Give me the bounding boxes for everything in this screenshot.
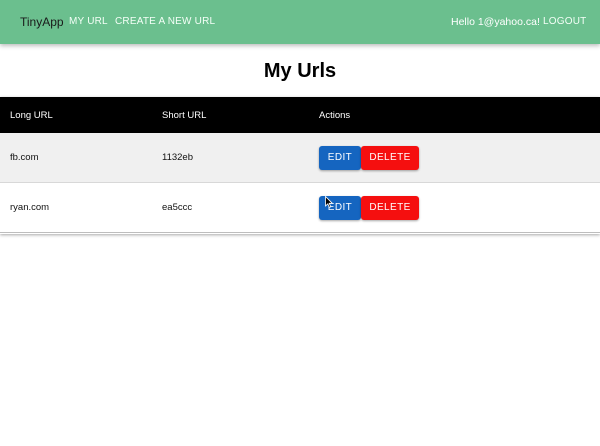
nav-my-url-link[interactable]: MY URL — [69, 16, 108, 27]
header-actions: Actions — [319, 110, 351, 121]
header-short-url: Short URL — [162, 110, 207, 121]
navbar: TinyApp MY URL CREATE A NEW URL Hello 1@… — [0, 0, 600, 44]
table-row: fb.com 1132eb EDIT DELETE — [0, 133, 600, 183]
mouse-pointer-icon — [325, 196, 333, 208]
short-url-cell: 1132eb — [162, 152, 193, 163]
delete-button[interactable]: DELETE — [361, 146, 419, 170]
edit-button[interactable]: EDIT — [319, 146, 361, 170]
brand-link[interactable]: TinyApp — [20, 15, 64, 29]
long-url-cell: ryan.com — [10, 202, 50, 213]
short-url-cell: ea5ccc — [162, 202, 193, 213]
delete-button[interactable]: DELETE — [361, 196, 419, 220]
table-header: Long URL Short URL Actions — [0, 97, 600, 133]
page-title: My Urls — [263, 60, 337, 82]
header-long-url: Long URL — [10, 110, 53, 121]
nav-create-url-link[interactable]: CREATE A NEW URL — [115, 16, 215, 27]
urls-table: Long URL Short URL Actions fb.com 1132eb… — [0, 97, 600, 234]
user-greeting: Hello 1@yahoo.ca! — [451, 16, 540, 28]
logout-button[interactable]: LOGOUT — [543, 16, 586, 27]
long-url-cell: fb.com — [10, 152, 39, 163]
table-row: ryan.com ea5ccc EDIT DELETE — [0, 183, 600, 233]
